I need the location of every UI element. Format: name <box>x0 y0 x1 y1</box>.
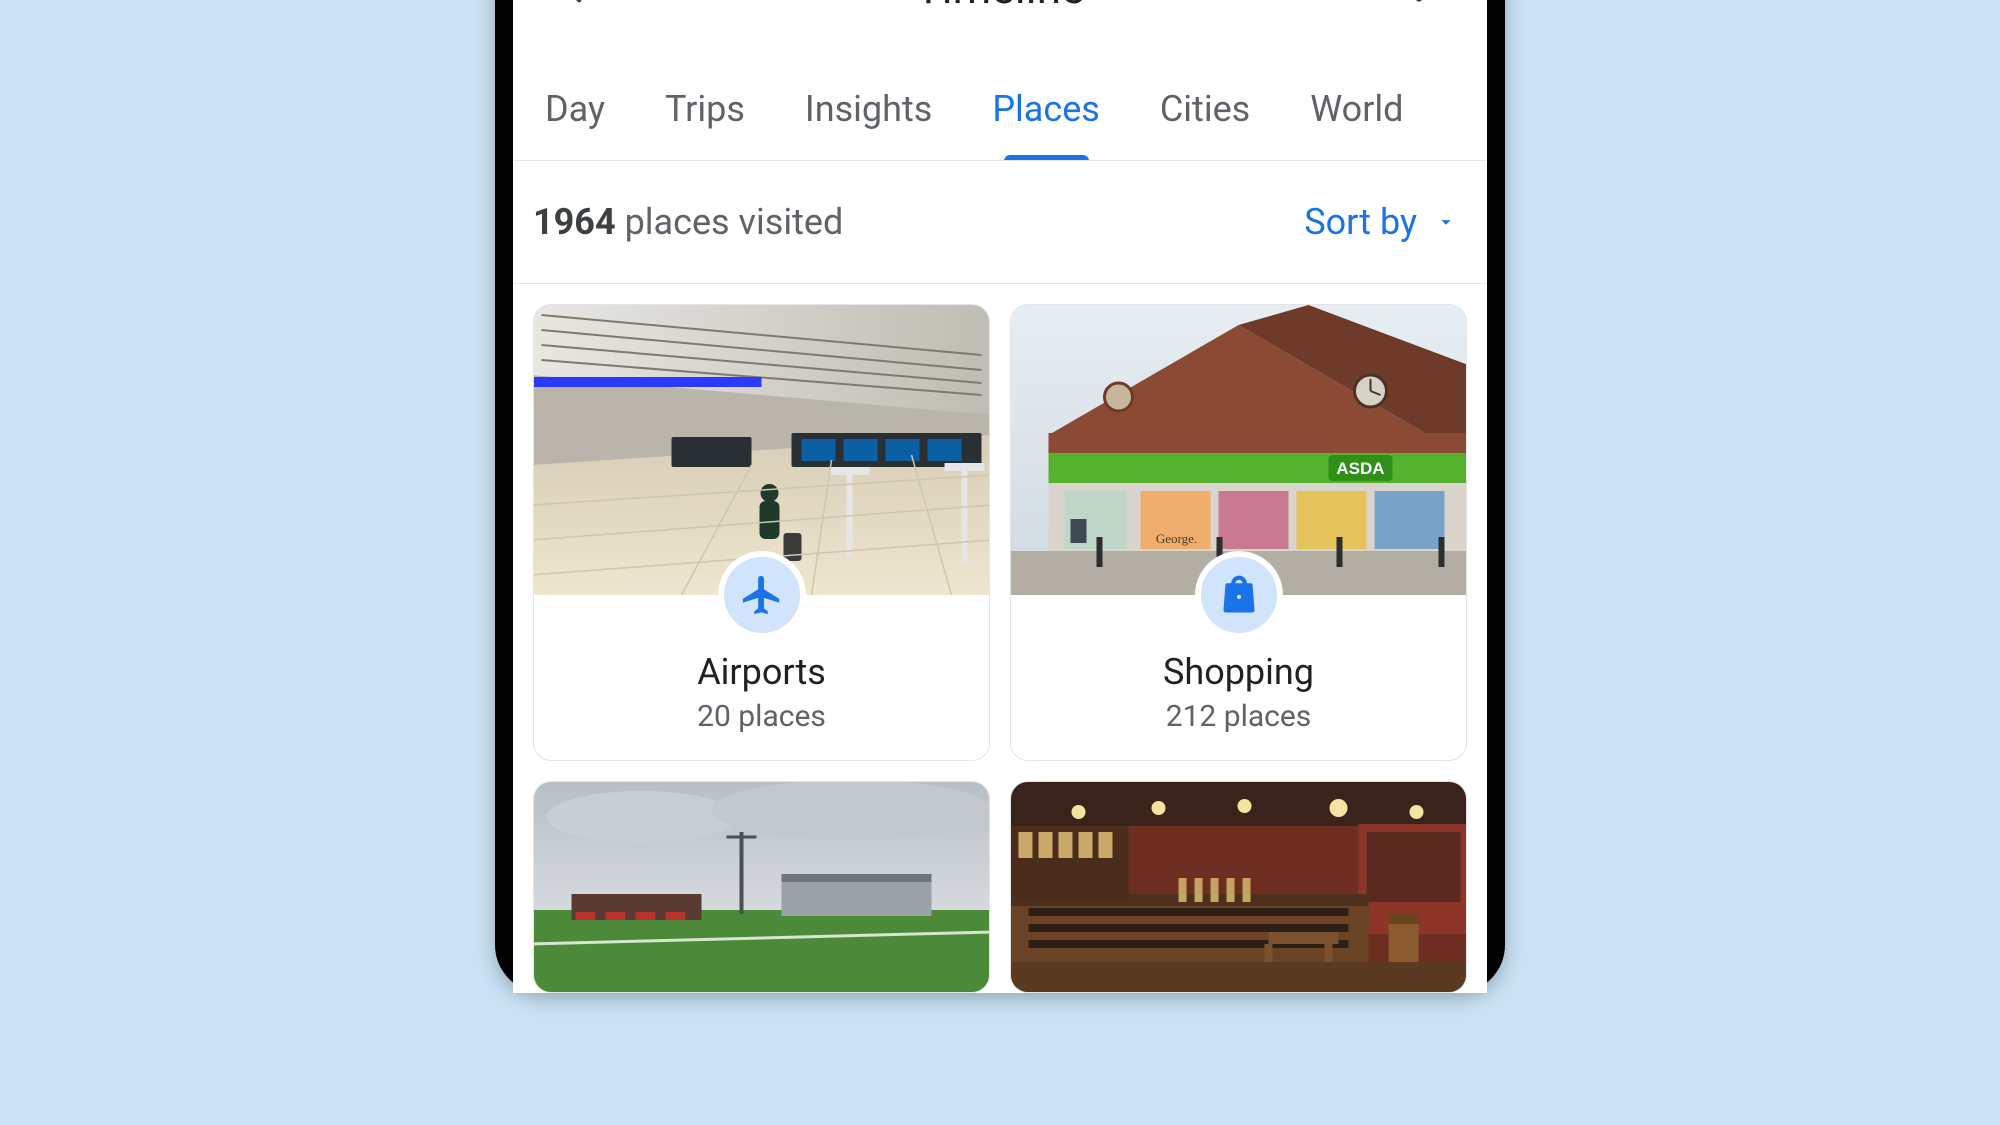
tab-world[interactable]: World <box>1308 70 1405 160</box>
place-category-card[interactable] <box>1010 781 1467 993</box>
card-cover-image: ASDA George. <box>1011 305 1466 595</box>
card-cover-image <box>1011 782 1466 992</box>
arrow-left-icon <box>560 0 602 9</box>
dropdown-icon <box>1435 211 1457 233</box>
place-category-card[interactable] <box>533 781 990 993</box>
places-count-number: 1964 <box>533 201 616 243</box>
svg-text:ASDA: ASDA <box>1336 459 1384 478</box>
place-category-card-shopping[interactable]: ASDA George. <box>1010 304 1467 761</box>
tab-insights[interactable]: Insights <box>803 70 934 160</box>
tab-cities[interactable]: Cities <box>1158 70 1252 160</box>
places-visited-count: 1964 places visited <box>533 201 843 243</box>
places-summary-bar: 1964 places visited Sort by <box>513 161 1487 284</box>
card-subtitle: 212 places <box>1021 699 1456 734</box>
more-menu-button[interactable] <box>1391 0 1447 16</box>
page-title: Timeline <box>915 0 1085 14</box>
svg-text:George.: George. <box>1156 531 1197 546</box>
tab-bar: Day Trips Insights Places Cities World <box>513 42 1487 161</box>
sort-by-button[interactable]: Sort by <box>1304 201 1457 243</box>
category-badge <box>1195 551 1283 639</box>
places-grid: Airports 20 places <box>513 284 1487 993</box>
card-subtitle: 20 places <box>544 699 979 734</box>
screen: { "header": { "title": "Timeline" }, "ta… <box>513 0 1487 993</box>
card-title: Airports <box>544 651 979 693</box>
more-vertical-icon <box>1401 0 1437 6</box>
device-frame: { "header": { "title": "Timeline" }, "ta… <box>495 0 1505 993</box>
sort-by-label: Sort by <box>1304 201 1417 243</box>
places-count-label: places visited <box>625 201 844 243</box>
shopping-bag-icon <box>1216 572 1262 618</box>
tab-places[interactable]: Places <box>990 70 1102 160</box>
header-bar: Timeline <box>513 0 1487 42</box>
back-button[interactable] <box>553 0 609 16</box>
tab-trips[interactable]: Trips <box>663 70 747 160</box>
card-cover-image <box>534 305 989 595</box>
card-title: Shopping <box>1021 651 1456 693</box>
airplane-icon <box>739 572 785 618</box>
card-cover-image <box>534 782 989 992</box>
tab-day[interactable]: Day <box>543 70 607 160</box>
category-badge <box>718 551 806 639</box>
place-category-card-airports[interactable]: Airports 20 places <box>533 304 990 761</box>
